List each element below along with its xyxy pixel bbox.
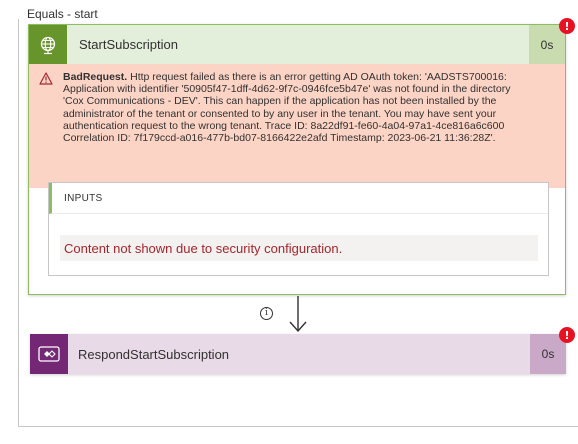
warning-icon — [39, 72, 53, 85]
info-icon[interactable]: i — [260, 307, 273, 320]
action-header[interactable]: StartSubscription 0s — [29, 25, 565, 64]
inputs-header[interactable]: INPUTS — [49, 183, 548, 214]
power-apps-response-icon — [30, 334, 68, 374]
error-message: BadRequest. Http request failed as there… — [63, 71, 553, 144]
security-message: Content not shown due to security config… — [60, 235, 538, 261]
action-card-startsubscription[interactable]: StartSubscription 0s BadRequest. Http re… — [28, 24, 566, 295]
scope-title: Equals - start — [27, 7, 100, 21]
action-title: RespondStartSubscription — [78, 347, 230, 362]
error-details: Http request failed as there is an error… — [63, 71, 511, 145]
error-banner: BadRequest. Http request failed as there… — [29, 64, 565, 188]
inputs-section[interactable]: INPUTS Content not shown due to security… — [48, 182, 549, 276]
error-code: BadRequest. — [63, 71, 128, 83]
error-status-icon: ! — [559, 18, 575, 34]
action-title: StartSubscription — [79, 37, 178, 52]
error-status-icon: ! — [559, 327, 575, 343]
globe-icon — [29, 25, 67, 64]
action-card-respondstartsubscription[interactable]: RespondStartSubscription 0s — [30, 334, 566, 374]
action-duration: 0s — [529, 25, 565, 64]
inputs-label: INPUTS — [64, 193, 103, 204]
arrow-down-icon — [289, 296, 307, 333]
